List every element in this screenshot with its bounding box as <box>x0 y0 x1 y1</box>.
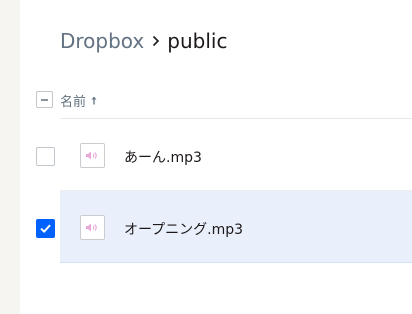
file-row-selected[interactable]: オープニング.mp3 <box>36 191 412 263</box>
checkmark-icon <box>40 224 51 234</box>
audio-file-icon <box>80 143 105 168</box>
breadcrumb-current-folder: public <box>167 29 228 53</box>
breadcrumb-root-link[interactable]: Dropbox <box>60 29 144 53</box>
file-list-header: 名前 <box>36 90 412 110</box>
file-name[interactable]: オープニング.mp3 <box>124 219 243 239</box>
minus-icon <box>41 99 48 101</box>
select-all-checkbox[interactable] <box>36 91 53 108</box>
file-row[interactable]: あーん.mp3 <box>36 119 412 191</box>
breadcrumb: Dropbox public <box>60 27 227 55</box>
left-sidebar <box>0 0 20 314</box>
arrow-up-icon <box>91 96 97 105</box>
file-name[interactable]: あーん.mp3 <box>124 147 202 167</box>
name-column-label: 名前 <box>60 95 87 110</box>
name-column-header[interactable]: 名前 <box>60 91 97 110</box>
chevron-right-icon <box>152 35 160 47</box>
row-checkbox[interactable] <box>36 147 55 166</box>
audio-file-icon <box>80 215 105 240</box>
row-checkbox-checked[interactable] <box>36 219 55 238</box>
